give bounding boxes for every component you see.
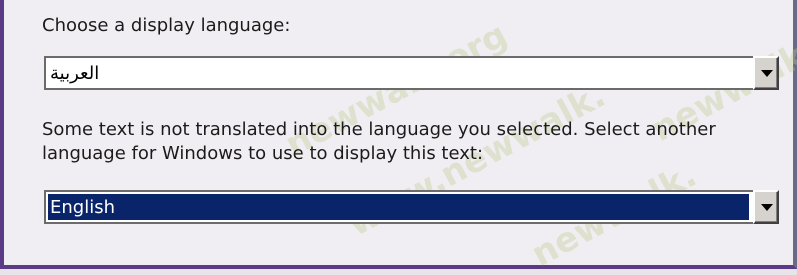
display-language-label: Choose a display language: — [42, 15, 291, 36]
fallback-language-dropdown-button[interactable] — [753, 190, 779, 224]
display-language-value: العربية — [50, 63, 100, 84]
fallback-language-description: Some text is not translated into the lan… — [42, 119, 716, 164]
chevron-down-icon — [761, 70, 773, 77]
fallback-language-value: English — [50, 197, 115, 218]
fallback-language-select[interactable]: English — [44, 190, 779, 224]
language-settings-panel: newwalk.org www.newwalk. newwalk. newwal… — [0, 0, 797, 275]
selection-highlight — [48, 194, 749, 220]
display-language-dropdown-button[interactable] — [753, 56, 779, 90]
display-language-select[interactable]: العربية — [44, 56, 779, 90]
chevron-down-icon — [761, 204, 773, 211]
